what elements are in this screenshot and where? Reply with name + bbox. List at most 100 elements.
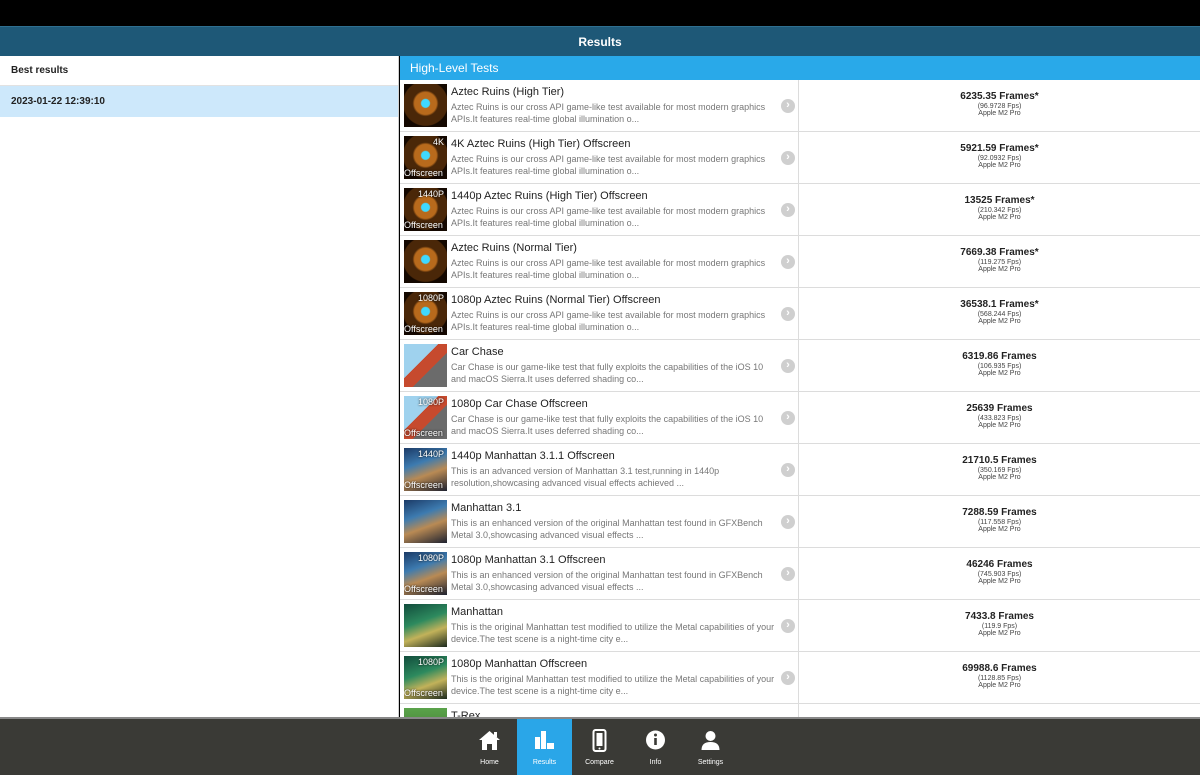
- status-bar: [0, 0, 1200, 26]
- score-frames: 13525 Frames*: [964, 195, 1035, 206]
- thumbnail-offscreen-tag: Offscreen: [404, 688, 443, 698]
- test-description: This is an advanced version of Manhattan…: [451, 466, 720, 488]
- test-row[interactable]: 1440P Offscreen 1440p Aztec Ruins (High Ti…: [400, 184, 1200, 236]
- chevron-right-icon[interactable]: ›: [781, 255, 795, 269]
- thumbnail-offscreen-tag: Offscreen: [404, 428, 443, 438]
- chevron-right-icon[interactable]: ›: [781, 567, 795, 581]
- test-row[interactable]: 1440P Offscreen 1440p Manhattan 3.1.1 Offs…: [400, 444, 1200, 496]
- user-icon: [683, 719, 738, 759]
- test-row[interactable]: 1080P Offscreen 1080p Aztec Ruins (Normal …: [400, 288, 1200, 340]
- thumbnail-offscreen-tag: Offscreen: [404, 584, 443, 594]
- test-name: Manhattan 3.1: [451, 502, 522, 514]
- score-fps: (1128.85 Fps): [977, 675, 1022, 682]
- chevron-right-icon[interactable]: ›: [781, 359, 795, 373]
- tab-settings[interactable]: Settings: [683, 719, 738, 775]
- app-window: Results Best results 2023-01-22 12:39:10…: [0, 0, 1200, 775]
- test-score: 6235.35 Frames* (96.9728 Fps) Apple M2 Pro: [799, 91, 1200, 117]
- section-header: High-Level Tests: [400, 56, 1200, 80]
- thumbnail-resolution-tag: 1080P: [417, 293, 444, 303]
- test-score: [799, 715, 1200, 716]
- tests-list-pane[interactable]: High-Level Tests Aztec Ruins (High Tier)…: [400, 56, 1200, 717]
- tab-home[interactable]: Home: [462, 719, 517, 775]
- test-thumbnail: [404, 84, 447, 127]
- test-name: 1080p Manhattan 3.1 Offscreen: [451, 554, 606, 566]
- thumbnail-resolution-tag: 1080P: [417, 553, 444, 563]
- phone-icon: [572, 719, 627, 759]
- test-description: Aztec Ruins is our cross API game-like t…: [451, 258, 766, 280]
- test-name: Manhattan: [451, 606, 503, 618]
- page-title: Results: [0, 26, 1200, 56]
- test-row[interactable]: T-Rex›: [400, 704, 1200, 717]
- chevron-right-icon[interactable]: ›: [781, 99, 795, 113]
- test-thumbnail: 1080P Offscreen: [404, 552, 447, 595]
- chevron-right-icon[interactable]: ›: [781, 411, 795, 425]
- test-score: 69988.6 Frames (1128.85 Fps) Apple M2 Pro: [799, 663, 1200, 689]
- test-score: 7433.8 Frames (119.9 Fps) Apple M2 Pro: [799, 611, 1200, 637]
- test-info: Manhattan 3.1 This is an enhanced version…: [451, 502, 775, 541]
- score-device: Apple M2 Pro: [978, 578, 1021, 585]
- test-score: 6319.86 Frames (106.935 Fps) Apple M2 Pro: [799, 351, 1200, 377]
- test-row[interactable]: Aztec Ruins (High Tier) Aztec Ruins is ou…: [400, 80, 1200, 132]
- test-info: 1440p Aztec Ruins (High Tier) Offscreen A…: [451, 190, 775, 229]
- test-description: Aztec Ruins is our cross API game-like t…: [451, 154, 766, 176]
- test-description: This is an enhanced version of the origi…: [451, 570, 763, 592]
- test-score: 7288.59 Frames (117.558 Fps) Apple M2 Pro: [799, 507, 1200, 533]
- test-thumbnail: [404, 500, 447, 543]
- test-row[interactable]: 1080P Offscreen 1080p Car Chase Offscreen C…: [400, 392, 1200, 444]
- score-device: Apple M2 Pro: [978, 682, 1021, 689]
- score-device: Apple M2 Pro: [978, 214, 1021, 221]
- score-frames: 25639 Frames: [966, 403, 1033, 414]
- test-thumbnail: 1080P Offscreen: [404, 656, 447, 699]
- tab-home-label: Home: [480, 759, 499, 766]
- tab-results[interactable]: Results: [517, 719, 572, 775]
- test-thumbnail: [404, 240, 447, 283]
- tab-info[interactable]: Info: [628, 719, 683, 775]
- test-name: 1080p Aztec Ruins (Normal Tier) Offscree…: [451, 294, 661, 306]
- test-row[interactable]: 1080P Offscreen 1080p Manhattan Offscreen T…: [400, 652, 1200, 704]
- test-thumbnail: [404, 344, 447, 387]
- bottom-tab-bar: Home Results Compare Info Settings: [0, 717, 1200, 775]
- thumbnail-offscreen-tag: Offscreen: [404, 220, 443, 230]
- result-entry[interactable]: 2023-01-22 12:39:10: [0, 86, 398, 117]
- score-fps: (210.342 Fps): [977, 207, 1022, 214]
- test-row[interactable]: Manhattan 3.1 This is an enhanced version…: [400, 496, 1200, 548]
- tab-info-label: Info: [649, 759, 662, 766]
- chevron-right-icon[interactable]: ›: [781, 671, 795, 685]
- test-row[interactable]: Manhattan This is the original Manhattan …: [400, 600, 1200, 652]
- test-info: 1080p Manhattan 3.1 Offscreen This is an …: [451, 554, 775, 593]
- test-name: Aztec Ruins (Normal Tier): [451, 242, 577, 254]
- test-thumbnail: 1440P Offscreen: [404, 188, 447, 231]
- test-row[interactable]: Aztec Ruins (Normal Tier) Aztec Ruins is …: [400, 236, 1200, 288]
- test-info: 4K Aztec Ruins (High Tier) Offscreen Azte…: [451, 138, 775, 177]
- test-thumbnail: 1080P Offscreen: [404, 396, 447, 439]
- test-score: 5921.59 Frames* (92.0932 Fps) Apple M2 Pro: [799, 143, 1200, 169]
- test-info: 1440p Manhattan 3.1.1 Offscreen This is a…: [451, 450, 775, 489]
- test-score: 46246 Frames (745.903 Fps) Apple M2 Pro: [799, 559, 1200, 585]
- chevron-right-icon[interactable]: ›: [781, 619, 795, 633]
- thumbnail-offscreen-tag: Offscreen: [404, 324, 443, 334]
- tab-settings-label: Settings: [697, 759, 724, 766]
- chevron-right-icon[interactable]: ›: [781, 515, 795, 529]
- test-thumbnail: [404, 708, 447, 717]
- test-row[interactable]: 1080P Offscreen 1080p Manhattan 3.1 Offscr…: [400, 548, 1200, 600]
- test-description: This is the original Manhattan test modi…: [451, 674, 775, 696]
- score-fps: (568.244 Fps): [977, 311, 1022, 318]
- score-fps: (119.275 Fps): [977, 259, 1022, 266]
- score-frames: 6319.86 Frames: [962, 351, 1037, 362]
- score-fps: (106.935 Fps): [977, 363, 1022, 370]
- test-row[interactable]: Car Chase Car Chase is our game-like test…: [400, 340, 1200, 392]
- test-info: T-Rex: [451, 710, 775, 717]
- tests-list: Aztec Ruins (High Tier) Aztec Ruins is ou…: [400, 80, 1200, 717]
- tab-compare[interactable]: Compare: [572, 719, 627, 775]
- score-device: Apple M2 Pro: [978, 318, 1021, 325]
- score-frames: 21710.5 Frames: [962, 455, 1037, 466]
- chevron-right-icon[interactable]: ›: [781, 151, 795, 165]
- score-fps: (119.9 Fps): [981, 623, 1018, 630]
- score-device: Apple M2 Pro: [978, 422, 1021, 429]
- test-thumbnail: 1440P Offscreen: [404, 448, 447, 491]
- chevron-right-icon[interactable]: ›: [781, 463, 795, 477]
- test-row[interactable]: 4K Offscreen 4K Aztec Ruins (High Tier) Of…: [400, 132, 1200, 184]
- chevron-right-icon[interactable]: ›: [781, 203, 795, 217]
- test-description: Aztec Ruins is our cross API game-like t…: [451, 310, 766, 332]
- chevron-right-icon[interactable]: ›: [781, 307, 795, 321]
